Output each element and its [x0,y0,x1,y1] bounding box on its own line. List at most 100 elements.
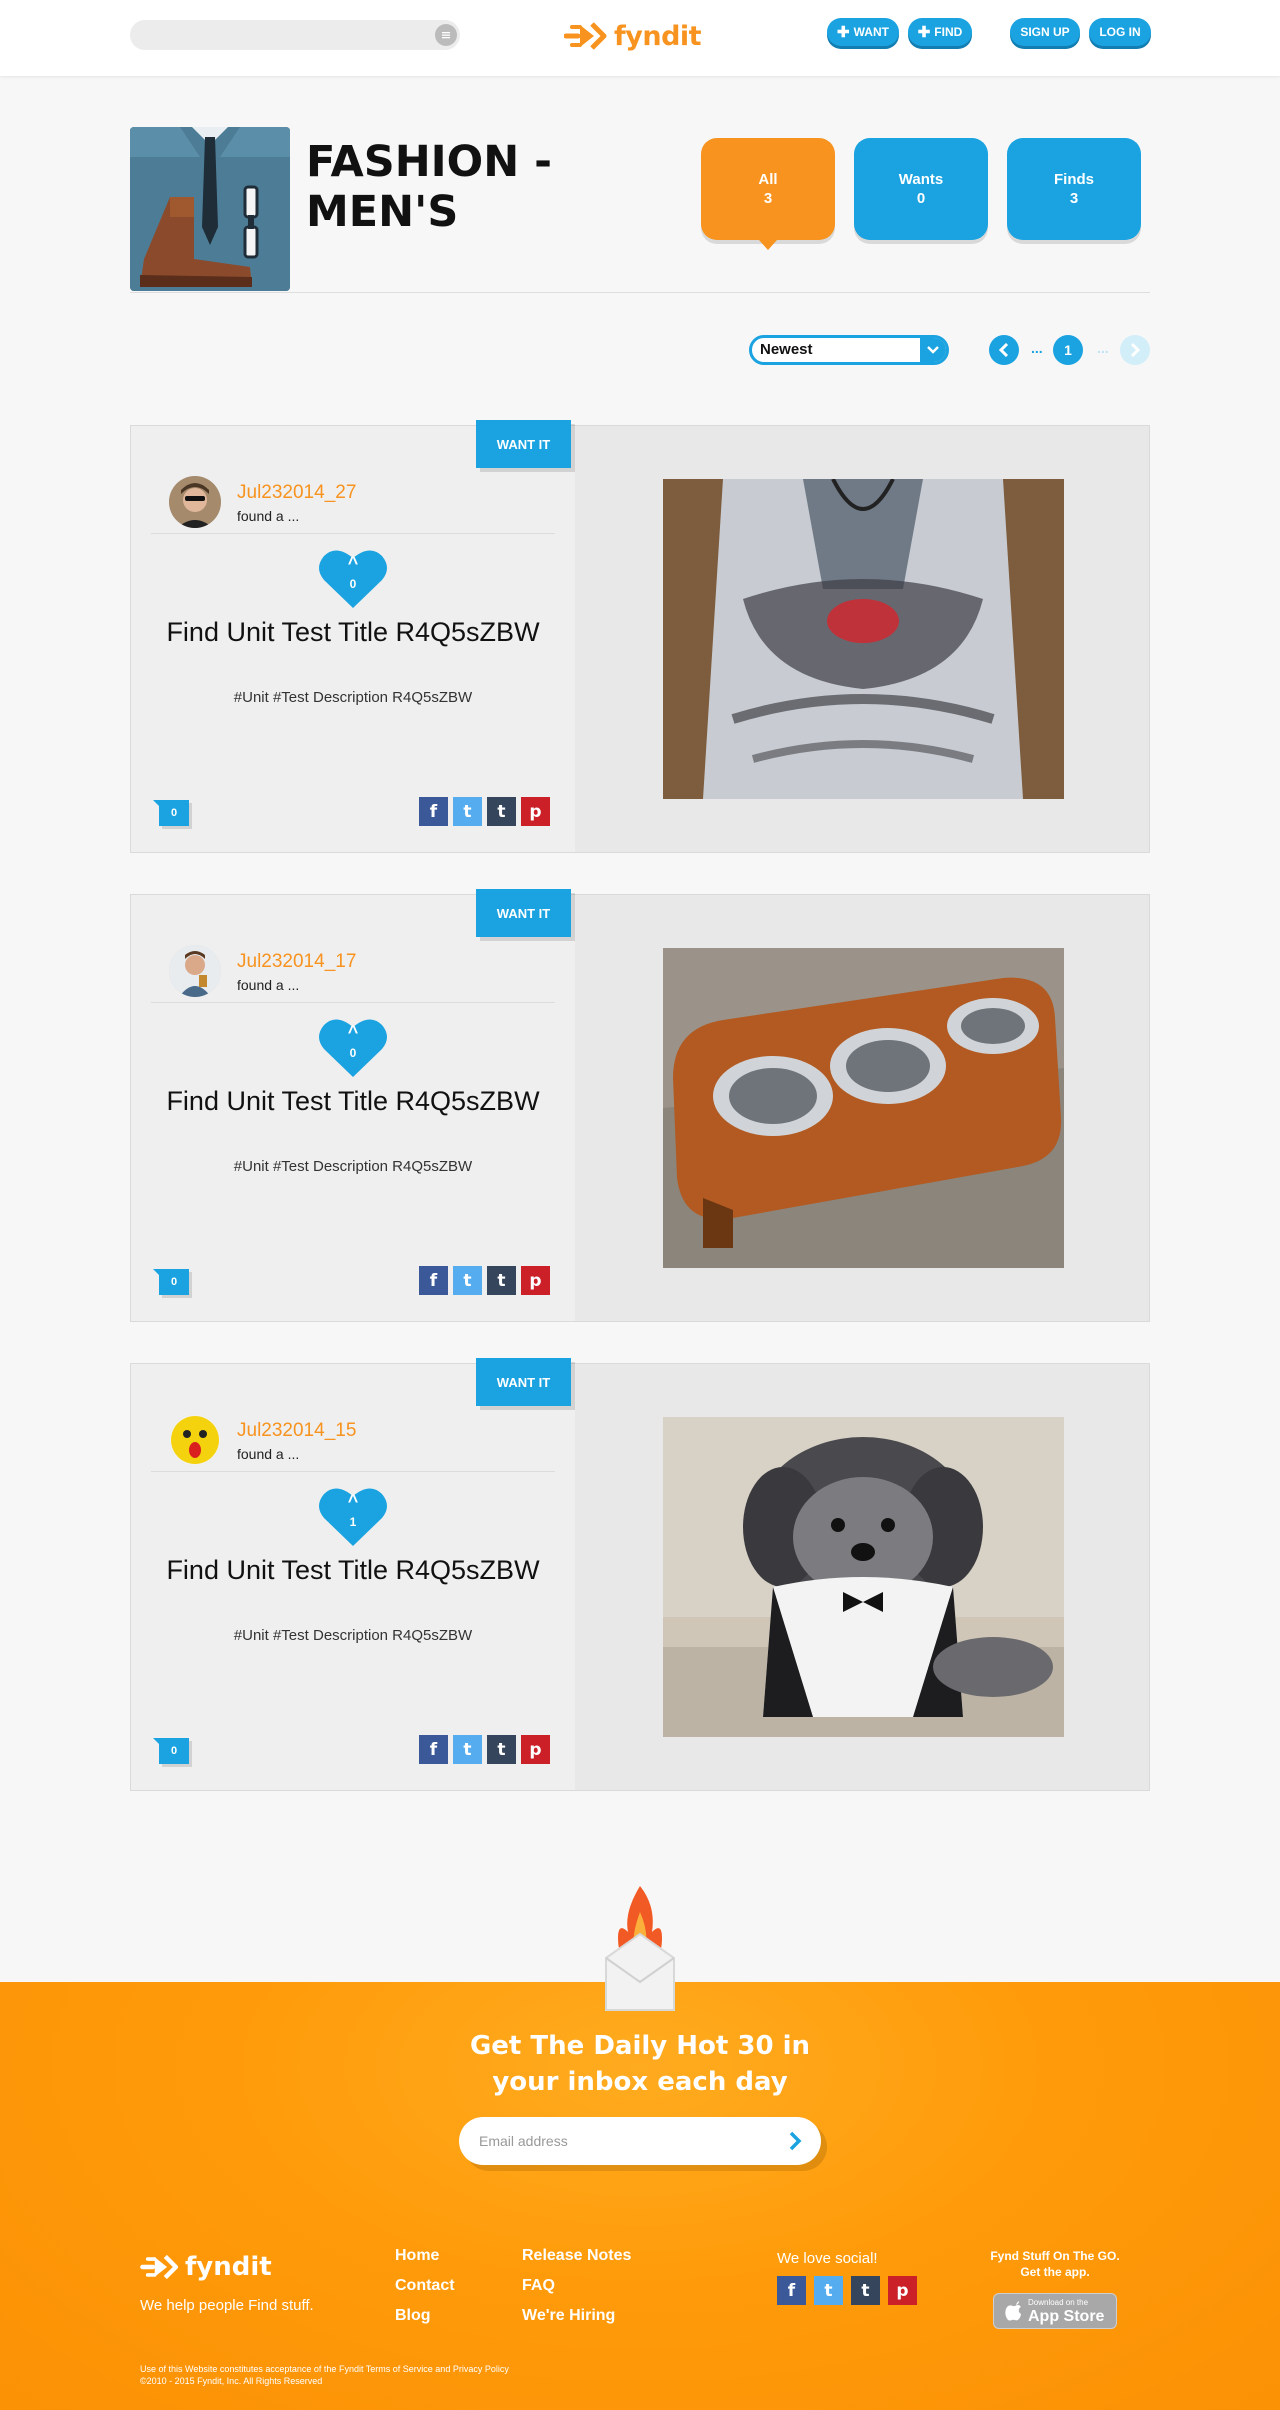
like-button[interactable]: ^ 0 [316,1013,390,1083]
submit-arrow-icon[interactable] [783,2129,807,2153]
want-button-label: WANT [853,25,889,39]
prev-page-button[interactable] [989,335,1019,365]
share-row: f t t p [419,1266,550,1295]
find-user-row: Jul232014_17 found a ... [151,939,555,1003]
email-field[interactable] [479,2117,759,2165]
find-title[interactable]: Find Unit Test Title R4Q5sZBW [131,616,575,649]
footer-logo[interactable]: fyndit [140,2252,272,2282]
fyndit-logo[interactable]: fyndit [564,14,702,58]
like-count: 1 [349,1515,357,1529]
facebook-share-icon[interactable]: f [419,797,448,826]
find-card: WANT IT Jul232014_15 found a ... ^ 1 Fin… [130,1358,1150,1791]
twitter-share-icon[interactable]: t [453,1735,482,1764]
footer-link-contact[interactable]: Contact [395,2277,455,2295]
find-button[interactable]: ✚ FIND [908,18,972,46]
twitter-share-icon[interactable]: t [453,797,482,826]
pagination-dots-right: ... [1097,340,1109,356]
like-button[interactable]: ^ 1 [316,1482,390,1552]
want-it-button[interactable]: WANT IT [476,420,571,468]
find-button-label: FIND [934,25,963,39]
find-image[interactable] [663,479,1064,799]
email-signup-form [459,2117,821,2165]
twitter-share-icon[interactable]: t [453,1266,482,1295]
tab-finds-count: 3 [1069,190,1079,207]
username-link[interactable]: Jul232014_27 [237,482,356,504]
find-description: #Unit #Test Description R4Q5sZBW [233,689,473,706]
chevron-down-icon [920,338,946,362]
category-title: FASHION - MEN'S [306,137,553,237]
find-user-row: Jul232014_15 found a ... [151,1408,555,1472]
facebook-share-icon[interactable]: f [419,1266,448,1295]
footer-social-label: We love social! [777,2250,878,2267]
footer-link-blog[interactable]: Blog [395,2307,431,2325]
avatar[interactable] [169,1414,221,1466]
tumblr-icon[interactable]: t [851,2276,880,2305]
want-it-button[interactable]: WANT IT [476,1358,571,1406]
pinterest-icon[interactable]: p [888,2276,917,2305]
twitter-icon[interactable]: t [814,2276,843,2305]
find-image[interactable] [663,1417,1064,1737]
avatar[interactable] [169,476,221,528]
tumblr-share-icon[interactable]: t [487,797,516,826]
logo-text: fyndit [614,20,702,52]
footer-link-faq[interactable]: FAQ [522,2277,555,2295]
search-input[interactable] [144,20,424,50]
tab-wants[interactable]: Wants 0 [854,138,988,240]
comment-count-badge[interactable]: 0 [153,1738,189,1764]
search-menu-icon[interactable] [435,24,457,46]
find-description: #Unit #Test Description R4Q5sZBW [233,1158,473,1175]
tab-all[interactable]: All 3 [701,138,835,250]
username-link[interactable]: Jul232014_17 [237,951,356,973]
app-store-button[interactable]: Download on the App Store [993,2293,1117,2329]
app-store-big-text: App Store [1028,2307,1105,2325]
sort-select[interactable]: Newest [749,335,949,365]
login-button[interactable]: LOG IN [1089,18,1151,46]
next-page-button[interactable] [1120,335,1150,365]
facebook-icon[interactable]: f [777,2276,806,2305]
pinterest-share-icon[interactable]: p [521,1735,550,1764]
like-count: 0 [349,1046,357,1060]
upvote-chevron-icon: ^ [347,1022,359,1042]
pagination-dots-left: ... [1031,340,1043,356]
pinterest-share-icon[interactable]: p [521,1266,550,1295]
search-box [130,20,460,50]
sort-selected-value: Newest [760,341,813,358]
tab-all-label: All [758,171,778,188]
find-image[interactable] [663,948,1064,1268]
footer-link-release-notes[interactable]: Release Notes [522,2247,631,2265]
page-number-button[interactable]: 1 [1053,335,1083,365]
signup-button-label: SIGN UP [1020,25,1070,39]
footer-app-promo: Fynd Stuff On The GO. Get the app. [975,2248,1135,2280]
username-link[interactable]: Jul232014_15 [237,1420,356,1442]
footer-link-home[interactable]: Home [395,2247,439,2265]
avatar[interactable] [169,945,221,997]
tumblr-share-icon[interactable]: t [487,1735,516,1764]
like-button[interactable]: ^ 0 [316,544,390,614]
find-title[interactable]: Find Unit Test Title R4Q5sZBW [131,1085,575,1118]
footer-legal-line1[interactable]: Use of this Website constitutes acceptan… [140,2363,509,2375]
comment-count-badge[interactable]: 0 [153,1269,189,1295]
upvote-chevron-icon: ^ [347,553,359,573]
facebook-share-icon[interactable]: f [419,1735,448,1764]
footer-app-line2: Get the app. [1020,2265,1090,2279]
find-title[interactable]: Find Unit Test Title R4Q5sZBW [131,1554,575,1587]
logo-arrow-icon [564,22,607,50]
tab-wants-label: Wants [898,171,944,188]
category-divider [130,292,1150,293]
tab-all-count: 3 [763,190,773,207]
share-row: f t t p [419,1735,550,1764]
want-button[interactable]: ✚ WANT [827,18,899,46]
tab-finds[interactable]: Finds 3 [1007,138,1141,240]
want-it-button[interactable]: WANT IT [476,889,571,937]
find-description: #Unit #Test Description R4Q5sZBW [233,1627,473,1644]
footer-link-hiring[interactable]: We're Hiring [522,2307,615,2325]
signup-button[interactable]: SIGN UP [1010,18,1080,46]
pinterest-share-icon[interactable]: p [521,797,550,826]
newsletter-heading: Get The Daily Hot 30 in your inbox each … [340,2028,940,2100]
tumblr-share-icon[interactable]: t [487,1266,516,1295]
chevron-left-icon [998,343,1009,357]
comment-count-badge[interactable]: 0 [153,800,189,826]
newsletter-heading-line2: your inbox each day [492,2067,788,2097]
plus-icon: ✚ [837,23,850,41]
plus-icon: ✚ [917,23,931,41]
